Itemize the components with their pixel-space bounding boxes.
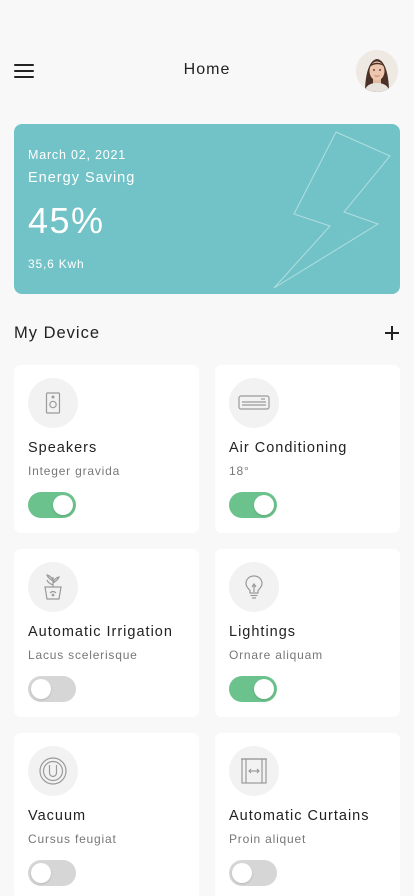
device-toggle[interactable] xyxy=(229,860,277,886)
plant-pot-icon xyxy=(28,562,78,612)
device-card-automatic-curtains[interactable]: Automatic Curtains Proin aliquet xyxy=(215,733,400,896)
device-name: Air Conditioning xyxy=(229,440,348,456)
user-avatar[interactable] xyxy=(356,50,398,92)
air-conditioner-icon xyxy=(229,378,279,428)
device-card-lightings[interactable]: Lightings Ornare aliquam xyxy=(215,549,400,717)
app-header: Home xyxy=(0,0,414,110)
device-subtitle: Lacus scelerisque xyxy=(28,648,138,662)
energy-saving-card[interactable]: March 02, 2021 Energy Saving 45% 35,6 Kw… xyxy=(14,124,400,294)
device-toggle[interactable] xyxy=(229,492,277,518)
toggle-knob xyxy=(232,863,252,883)
toggle-knob xyxy=(53,495,73,515)
device-toggle[interactable] xyxy=(28,492,76,518)
device-subtitle: Integer gravida xyxy=(28,464,121,478)
energy-percent: 45% xyxy=(28,200,105,241)
energy-label: Energy Saving xyxy=(28,170,136,186)
device-subtitle: Cursus feugiat xyxy=(28,832,117,846)
device-subtitle: Proin aliquet xyxy=(229,832,307,846)
device-toggle[interactable] xyxy=(28,676,76,702)
device-name: Lightings xyxy=(229,624,297,640)
light-bulb-icon xyxy=(229,562,279,612)
device-card-automatic-irrigation[interactable]: Automatic Irrigation Lacus scelerisque xyxy=(14,549,199,717)
device-subtitle: Ornare aliquam xyxy=(229,648,323,662)
device-card-vacuum[interactable]: Vacuum Cursus feugiat xyxy=(14,733,199,896)
device-subtitle: 18° xyxy=(229,464,250,478)
energy-kwh: 35,6 Kwh xyxy=(28,257,85,271)
speaker-icon xyxy=(28,378,78,428)
device-name: Speakers xyxy=(28,440,98,456)
device-card-speakers[interactable]: Speakers Integer gravida xyxy=(14,365,199,533)
device-name: Automatic Curtains xyxy=(229,808,370,824)
energy-date: March 02, 2021 xyxy=(28,148,127,162)
page-title: Home xyxy=(183,61,231,78)
toggle-knob xyxy=(254,679,274,699)
device-name: Automatic Irrigation xyxy=(28,624,173,640)
device-toggle[interactable] xyxy=(229,676,277,702)
toggle-knob xyxy=(31,863,51,883)
curtains-icon xyxy=(229,746,279,796)
device-toggle[interactable] xyxy=(28,860,76,886)
plus-icon[interactable] xyxy=(383,324,401,342)
toggle-knob xyxy=(31,679,51,699)
device-card-air-conditioning[interactable]: Air Conditioning 18° xyxy=(215,365,400,533)
vacuum-icon xyxy=(28,746,78,796)
device-name: Vacuum xyxy=(28,808,87,824)
my-device-title: My Device xyxy=(14,324,101,342)
toggle-knob xyxy=(254,495,274,515)
lightning-bolt-icon xyxy=(273,131,391,289)
